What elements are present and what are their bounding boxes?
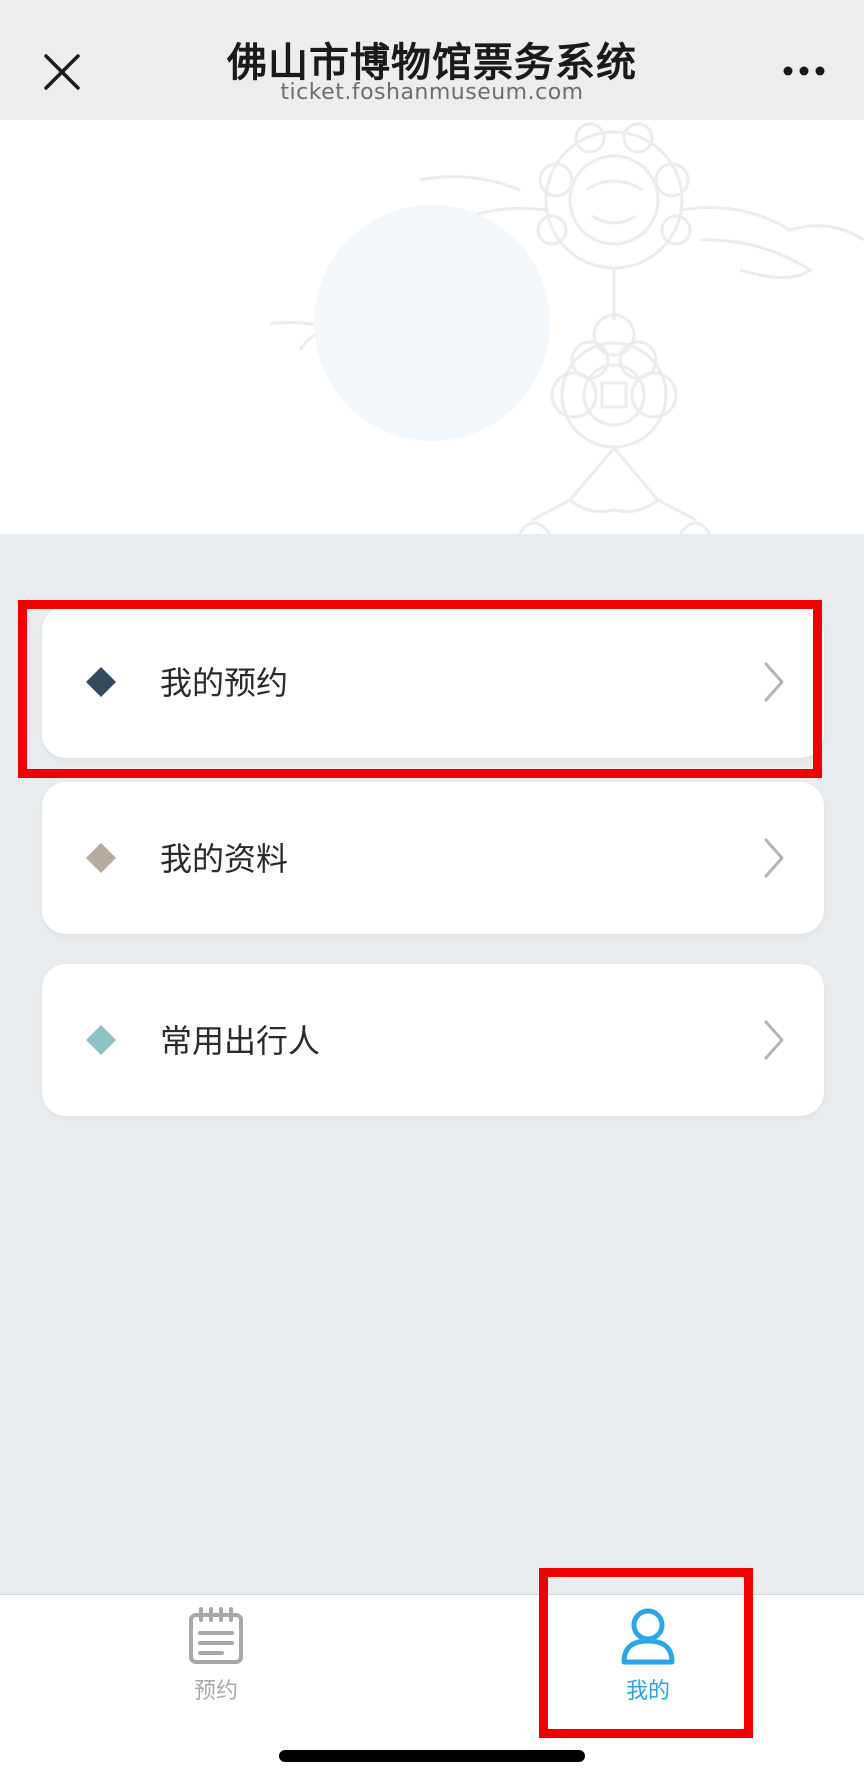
more-icon [783, 66, 825, 76]
menu-item-my-reservations[interactable]: 我的预约 [42, 606, 824, 758]
home-indicator [279, 1750, 585, 1762]
diamond-icon [86, 1025, 116, 1055]
page-url: ticket.foshanmuseum.com [280, 80, 584, 105]
menu-item-label: 我的资料 [160, 840, 289, 878]
tab-label: 我的 [625, 1679, 670, 1704]
profile-banner [0, 120, 864, 534]
tab-mine[interactable]: 我的 [528, 1595, 768, 1735]
tab-reservation[interactable]: 预约 [96, 1595, 336, 1735]
more-button[interactable] [780, 56, 828, 86]
calendar-icon [189, 1607, 243, 1664]
title-bar: 佛山市博物馆票务系统 ticket.foshanmuseum.com [0, 0, 864, 120]
menu-item-frequent-travelers[interactable]: 常用出行人 [42, 964, 824, 1116]
diamond-shape [86, 667, 116, 697]
chevron-right-icon [764, 1020, 784, 1060]
menu-item-my-profile[interactable]: 我的资料 [42, 782, 824, 934]
chevron-right-icon [764, 838, 784, 878]
menu-item-label: 我的预约 [160, 664, 289, 702]
diamond-icon [86, 843, 116, 873]
chevron-right-icon [764, 662, 784, 702]
avatar[interactable] [314, 205, 550, 441]
menu-item-label: 常用出行人 [160, 1022, 321, 1060]
screen: 佛山市博物馆票务系统 ticket.foshanmuseum.com 我的预约 … [0, 0, 864, 1778]
tab-label: 预约 [193, 1679, 238, 1704]
diamond-icon [86, 667, 116, 697]
user-icon [621, 1608, 675, 1665]
